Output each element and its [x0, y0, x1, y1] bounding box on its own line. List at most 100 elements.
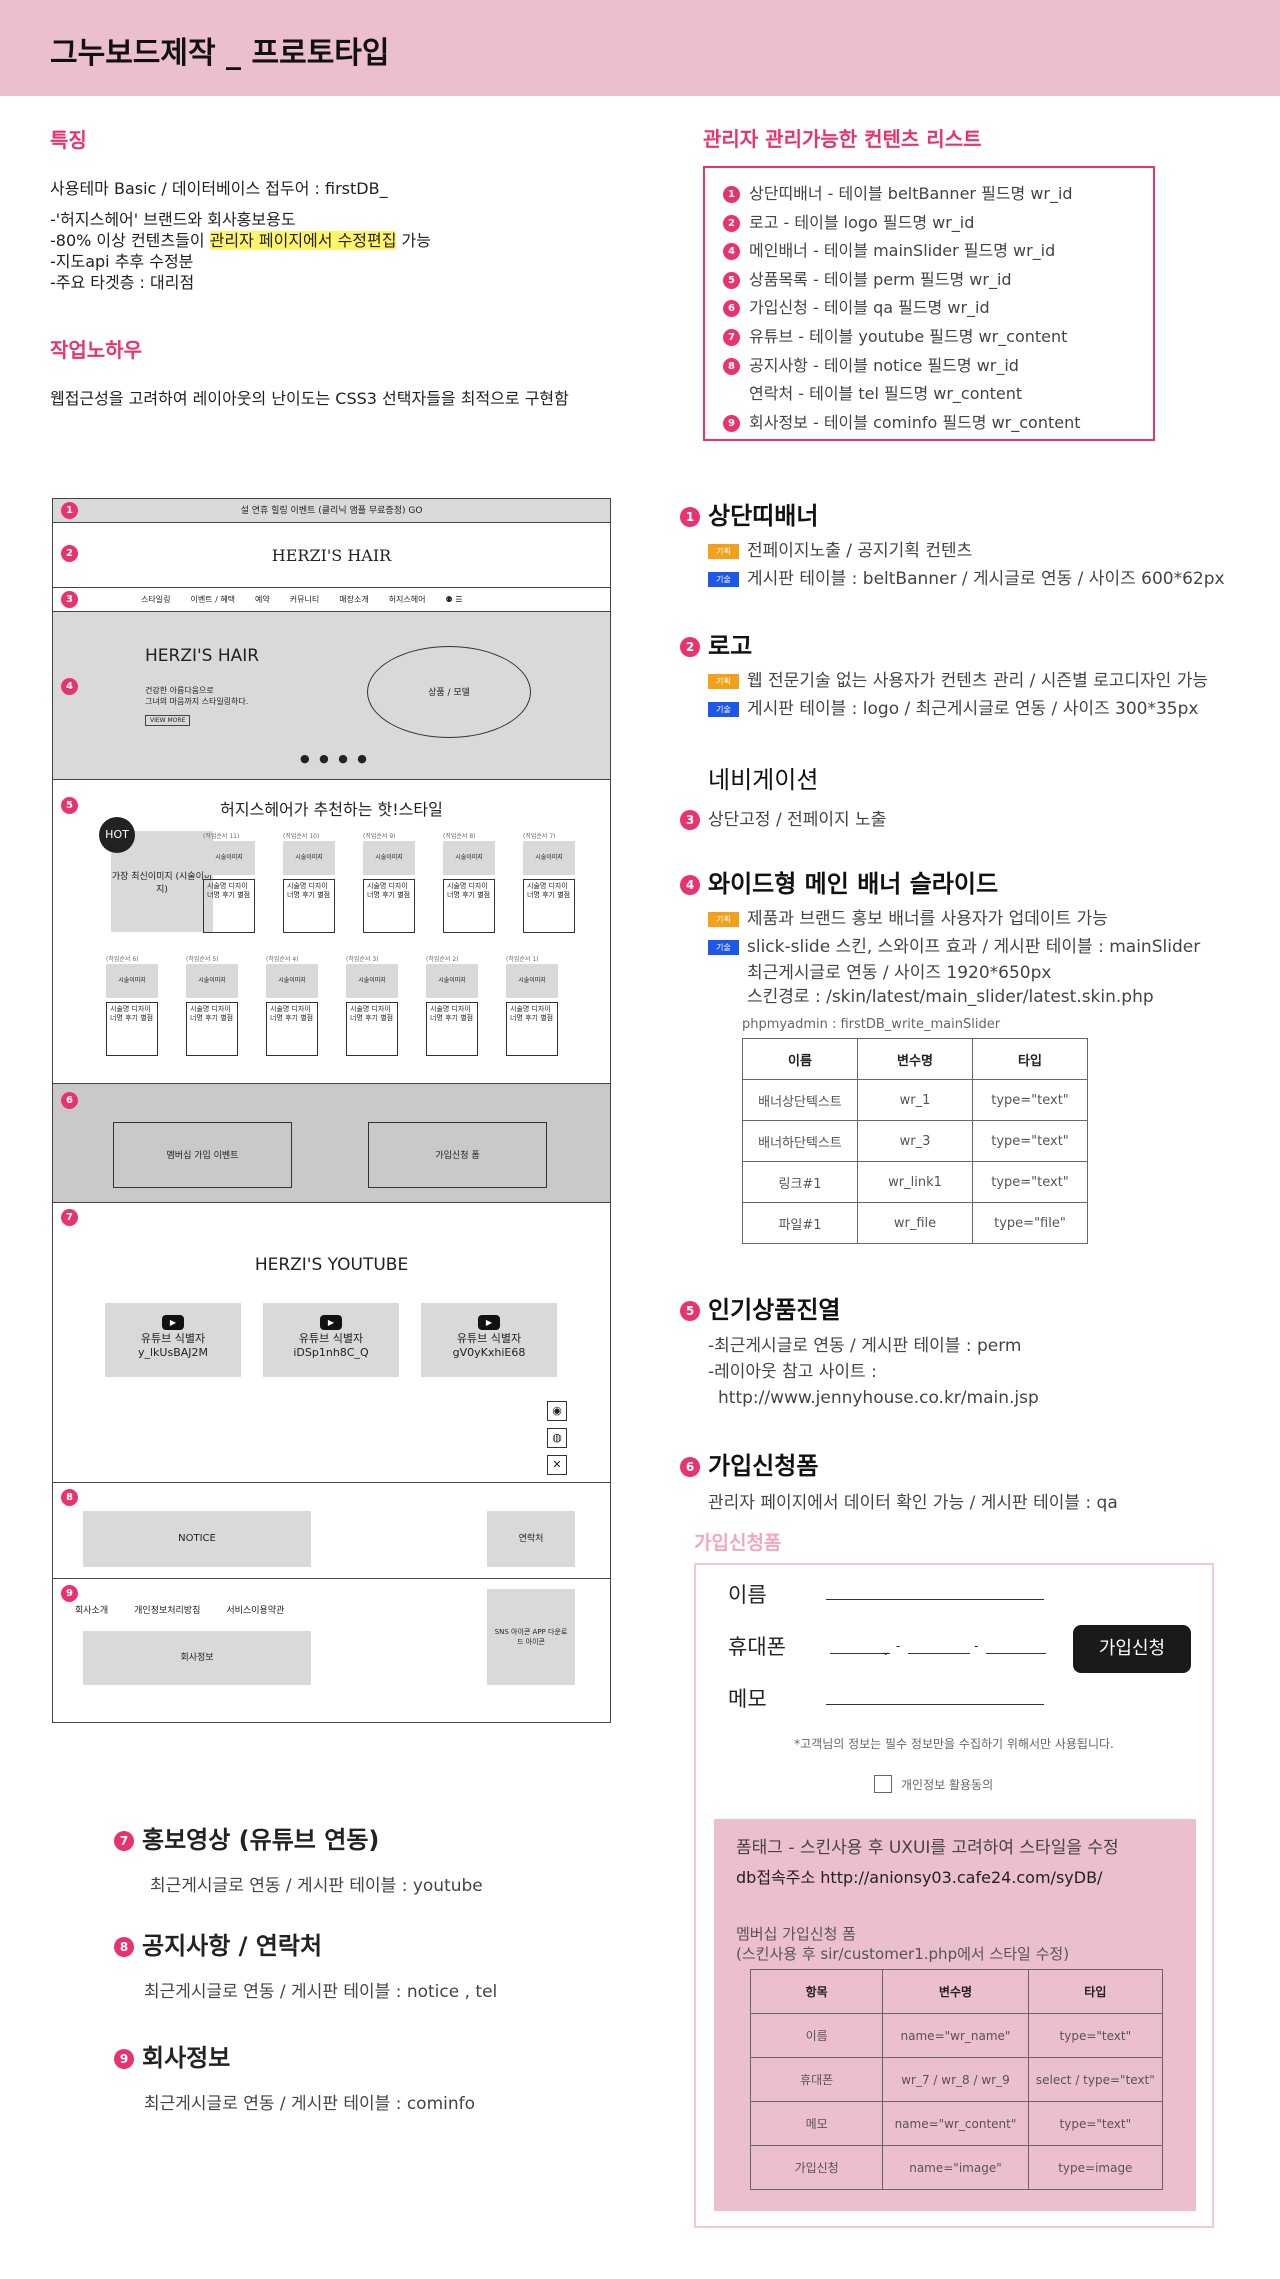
section-title: 2 로고	[680, 626, 1208, 661]
chat-icon[interactable]: ◍	[547, 1428, 567, 1448]
wf-product-image[interactable]: 시술이미지	[106, 964, 158, 998]
user-menu-icon[interactable]: ⚉ ☰	[446, 588, 463, 612]
wf-footer-link[interactable]: 서비스이용약관	[226, 1603, 284, 1616]
section-title: 6 가입신청폼	[680, 1446, 1118, 1481]
wf-youtube-title: HERZI'S YOUTUBE	[254, 1255, 409, 1275]
memo-field[interactable]	[826, 1704, 1044, 1705]
number-badge: 6	[723, 300, 740, 318]
wf-product-image[interactable]: 시술이미지	[443, 841, 495, 875]
wf-slide-dots[interactable]: ● ● ● ●	[300, 752, 370, 765]
wf-belt-banner: 1 설 연휴 힐링 이벤트 (클리닉 앰플 무료증정) GO	[53, 499, 610, 523]
wf-product-image[interactable]: 시술이미지	[186, 964, 238, 998]
table-cell: select / type="text"	[1027, 2057, 1164, 2102]
table-cell: type=image	[1027, 2145, 1164, 2190]
section-line: 최근게시글로 연동 / 사이즈 1920*650px	[747, 963, 1052, 983]
admin-list-item: 9 회사정보 - 테이블 cominfo 필드명 wr_content	[723, 409, 1153, 438]
phone-field-2[interactable]	[908, 1653, 970, 1654]
form-caption: 가입신청폼	[694, 1532, 782, 1554]
wf-product-image[interactable]: 시술이미지	[426, 964, 478, 998]
table-cell: name="wr_content"	[882, 2101, 1029, 2146]
wf-product-image[interactable]: 시술이미지	[523, 841, 575, 875]
reference-link[interactable]: http://www.jennyhouse.co.kr/main.jsp	[718, 1385, 1039, 1411]
wf-nav: 3 스타일링 이벤트 / 혜택 예약 커뮤니티 매장소개 허지스헤어 ⚉ ☰	[53, 588, 610, 612]
wf-nav-item[interactable]: 예약	[255, 588, 270, 612]
features-heading: 특징	[50, 128, 87, 152]
memo-label: 메모	[728, 1687, 767, 1711]
wf-product-caption: (작업순서 8)	[443, 833, 476, 840]
section-line: 스킨경로 : /skin/latest/main_slider/latest.s…	[747, 987, 1154, 1007]
phone-dash: -	[896, 1639, 901, 1653]
admin-list-item: 8 공지사항 - 테이블 notice 필드명 wr_id	[723, 352, 1153, 381]
wf-footer-link[interactable]: 회사소개	[75, 1603, 108, 1616]
table-row: 파일#1 wr_file type="file"	[742, 1202, 1088, 1244]
wf-event: 6 멤버십 가입 이벤트 가입신청 폼	[53, 1084, 610, 1203]
knowhow-text: 웹접근성을 고려하여 레이아웃의 난이도는 CSS3 선택자들을 최적으로 구현…	[50, 389, 569, 408]
phone-dash: -	[974, 1639, 979, 1653]
wf-contact[interactable]: 연락처	[487, 1511, 575, 1567]
wf-apply-button[interactable]: 가입신청 폼	[368, 1122, 547, 1188]
admin-list-item: 1 상단띠배너 - 테이블 beltBanner 필드명 wr_id	[723, 180, 1153, 209]
table-cell: type="text"	[972, 1120, 1088, 1162]
table-cell: 배너하단텍스트	[742, 1120, 858, 1162]
privacy-notice: *고객님의 정보는 필수 정보만을 수집하기 위해서만 사용됩니다.	[794, 1737, 1114, 1751]
wf-product-caption: (작업순서 11)	[203, 833, 240, 840]
wf-nav-item[interactable]: 매장소개	[339, 588, 368, 612]
table-row: 가입신청 name="image" type=image	[749, 2145, 1164, 2190]
play-icon: ▶	[162, 1315, 184, 1330]
table-header: 이름	[742, 1038, 858, 1080]
wf-product-image[interactable]: 시술이미지	[506, 964, 558, 998]
yt-id: gV0yKxhiE68	[452, 1346, 526, 1359]
wf-main-banner: 4 HERZI'S HAIR 건강한 아름다움으로 그녀의 마음까지 스타일링하…	[53, 612, 610, 780]
yt-label: 유튜브 식별자	[456, 1332, 522, 1345]
admin-list-item: 7 유튜브 - 테이블 youtube 필드명 wr_content	[723, 323, 1153, 352]
submit-button[interactable]: 가입신청	[1073, 1625, 1191, 1673]
wf-badge-2: 2	[61, 545, 78, 562]
wf-product-image[interactable]: 시술이미지	[283, 841, 335, 875]
tip-text: (스킨사용 후 sir/customer1.php에서 스타일 수정)	[736, 1945, 1070, 1963]
yt-id: y_lkUsBAJ2M	[137, 1346, 209, 1359]
wf-youtube-item[interactable]: ▶ 유튜브 식별자 gV0yKxhiE68	[421, 1303, 557, 1377]
wf-product-image[interactable]: 시술이미지	[346, 964, 398, 998]
wf-product-image[interactable]: 시술이미지	[266, 964, 318, 998]
wf-product-caption: (작업순서 4)	[266, 956, 299, 963]
table-header: 항목	[749, 1969, 884, 2014]
wf-sns[interactable]: SNS 아이콘 APP 다운로드 아이콘	[487, 1589, 575, 1685]
wf-youtube-item[interactable]: ▶ 유튜브 식별자 y_lkUsBAJ2M	[105, 1303, 241, 1377]
wf-product-image[interactable]: 시술이미지	[203, 841, 255, 875]
wf-badge-3: 3	[61, 591, 78, 608]
wf-product-text: 시술명 디자이너명 후기 별점	[106, 1002, 158, 1056]
section-line: 기획 웹 전문기술 없는 사용자가 컨텐츠 관리 / 시즌별 로고디자인 가능	[708, 667, 1208, 695]
wf-event-button[interactable]: 멤버십 가입 이벤트	[113, 1122, 292, 1188]
yt-id: iDSp1nh8C_Q	[293, 1346, 369, 1359]
wf-banner-sub: 건강한 아름다움으로	[145, 686, 214, 695]
wf-banner-button[interactable]: VIEW MORE	[145, 715, 191, 726]
wf-badge-8: 8	[61, 1489, 78, 1506]
wf-badge-7: 7	[61, 1209, 78, 1226]
wf-nav-item[interactable]: 이벤트 / 혜택	[190, 588, 235, 612]
wf-nav-item[interactable]: 허지스헤어	[389, 588, 426, 612]
wf-nav-item[interactable]: 스타일링	[141, 588, 170, 612]
name-field[interactable]	[826, 1599, 1044, 1600]
phone-select[interactable]: ⌄	[830, 1648, 890, 1658]
table-cell: wr_1	[857, 1079, 973, 1121]
wf-footer-link[interactable]: 개인정보처리방침	[134, 1603, 200, 1616]
wf-youtube-item[interactable]: ▶ 유튜브 식별자 iDSp1nh8C_Q	[263, 1303, 399, 1377]
wf-notice[interactable]: NOTICE	[83, 1511, 311, 1567]
agree-checkbox[interactable]	[874, 1775, 892, 1793]
wf-nav-item[interactable]: 커뮤니티	[290, 588, 319, 612]
map-pin-icon[interactable]: ◉	[547, 1401, 567, 1421]
number-badge: 5	[723, 271, 740, 289]
phone-field-3[interactable]	[986, 1653, 1046, 1654]
wf-product-text: 시술명 디자이너명 후기 별점	[443, 879, 495, 933]
number-badge: 9	[723, 414, 740, 432]
wf-belt-text: 설 연휴 힐링 이벤트 (클리닉 앰플 무료증정) GO	[240, 506, 423, 516]
wf-product-caption: (작업순서 3)	[346, 956, 379, 963]
section-company: 9 회사정보 최근게시글로 연동 / 게시판 테이블 : cominfo	[114, 2038, 475, 2114]
wf-product-image[interactable]: 시술이미지	[363, 841, 415, 875]
close-icon[interactable]: ✕	[547, 1455, 567, 1475]
section-youtube: 7 홍보영상 (유튜브 연동) 최근게시글로 연동 / 게시판 테이블 : you…	[114, 1820, 483, 1896]
wf-product-text: 시술명 디자이너명 후기 별점	[203, 879, 255, 933]
wf-youtube: 7 HERZI'S YOUTUBE ▶ 유튜브 식별자 y_lkUsBAJ2M ▶ 유튜…	[53, 1203, 610, 1483]
section-navigation: 네비게이션 3 상단고정 / 전페이지 노출	[680, 760, 886, 830]
table-header: 타입	[1027, 1969, 1164, 2014]
